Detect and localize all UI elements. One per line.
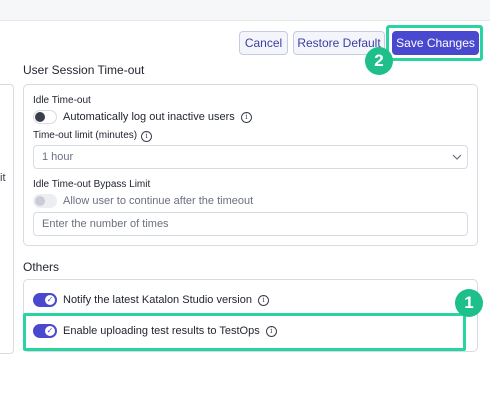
step-badge-2: 2 — [365, 47, 393, 75]
upload-toggle[interactable]: ✓ — [33, 324, 57, 338]
chevron-down-icon — [452, 154, 462, 160]
auto-logout-row: Automatically log out inactive users i — [33, 109, 252, 125]
bypass-times-input[interactable] — [33, 212, 468, 236]
allow-continue-label: Allow user to continue after the timeout — [63, 195, 254, 207]
bypass-limit-label: Idle Time-out Bypass Limit — [33, 179, 151, 190]
cancel-button[interactable]: Cancel — [239, 31, 288, 55]
session-section-title: User Session Time-out — [23, 63, 145, 77]
info-icon: i — [257, 294, 269, 306]
top-bar — [0, 0, 490, 21]
auto-logout-toggle[interactable] — [33, 110, 57, 124]
check-icon: ✓ — [45, 326, 55, 336]
info-icon: i — [141, 131, 153, 142]
settings-page: it Cancel Restore Default Save Changes 2… — [0, 0, 490, 415]
check-icon: ✓ — [45, 295, 55, 305]
upload-label: Enable uploading test results to TestOps — [63, 325, 260, 337]
timeout-limit-value: 1 hour — [42, 151, 74, 163]
notify-row: ✓ Notify the latest Katalon Studio versi… — [33, 292, 269, 308]
auto-logout-label: Automatically log out inactive users — [63, 111, 235, 123]
info-icon: i — [240, 111, 252, 123]
left-panel — [0, 84, 14, 354]
left-panel-text: it — [0, 172, 6, 184]
save-changes-button[interactable]: Save Changes — [392, 31, 479, 55]
others-section-title: Others — [23, 260, 60, 274]
allow-continue-toggle[interactable] — [33, 194, 57, 208]
info-icon: i — [265, 325, 277, 337]
notify-label: Notify the latest Katalon Studio version — [63, 294, 252, 306]
notify-toggle[interactable]: ✓ — [33, 293, 57, 307]
timeout-limit-label-text: Time-out limit (minutes) — [33, 130, 138, 141]
idle-timeout-label: Idle Time-out — [33, 95, 91, 106]
step-badge-1: 1 — [455, 289, 483, 317]
timeout-limit-label: Time-out limit (minutes) i — [33, 130, 153, 142]
timeout-limit-select[interactable]: 1 hour — [33, 145, 468, 169]
upload-row: ✓ Enable uploading test results to TestO… — [33, 323, 277, 339]
allow-continue-row: Allow user to continue after the timeout — [33, 193, 253, 209]
